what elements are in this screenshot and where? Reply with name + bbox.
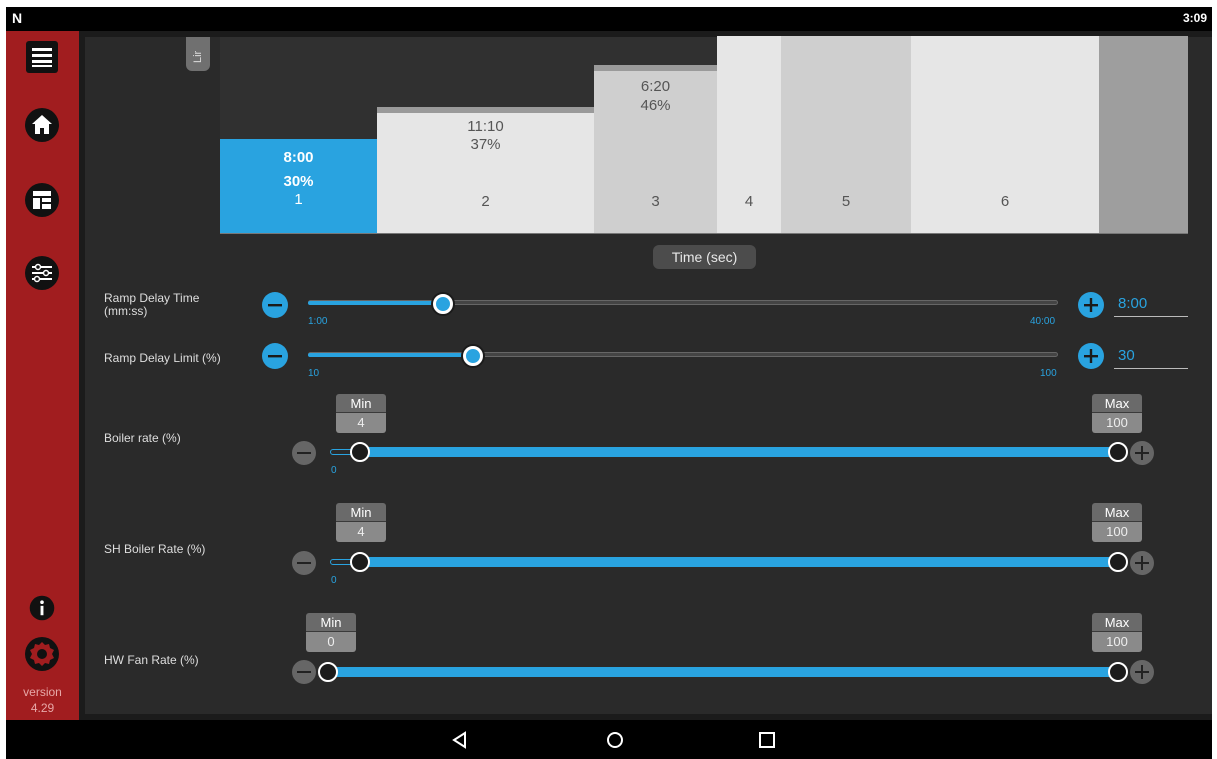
- hw-fan-rate-min-value: 0: [306, 632, 356, 652]
- boiler-rate-max-value: 100: [1092, 413, 1142, 433]
- version-number: 4.29: [30, 701, 55, 715]
- hw-fan-rate-increment-button[interactable]: [1130, 660, 1154, 684]
- ramp-delay-time-input[interactable]: 8:00: [1114, 293, 1188, 317]
- hw-fan-rate-max-title: Max: [1092, 613, 1142, 632]
- bar-2-percent: 37%: [470, 136, 501, 153]
- sh-boiler-rate-increment-button[interactable]: [1130, 551, 1154, 575]
- bar-6-number: 6: [1000, 193, 1010, 210]
- boiler-rate-max-thumb[interactable]: [1108, 442, 1128, 462]
- sh-boiler-rate-min-title: Min: [336, 503, 386, 522]
- boiler-rate-min-value: 4: [336, 413, 386, 433]
- hw-fan-rate-min-thumb[interactable]: [318, 662, 338, 682]
- ramp-delay-limit-thumb[interactable]: [463, 346, 483, 366]
- boiler-rate-min-box: Min 4: [336, 394, 386, 434]
- sh-boiler-rate-max-title: Max: [1092, 503, 1142, 522]
- chart-bar-remainder: [1099, 36, 1188, 233]
- boiler-rate-max-box: Max 100: [1092, 394, 1142, 434]
- chart-x-axis-label: Time (sec): [653, 245, 756, 269]
- home-icon[interactable]: [24, 107, 60, 143]
- boiler-rate-range-track[interactable]: [360, 447, 1120, 457]
- sh-boiler-rate-zero-tick: 0: [331, 575, 337, 586]
- hw-fan-rate-max-box: Max 100: [1092, 613, 1142, 653]
- hw-fan-rate-decrement-button[interactable]: [292, 660, 316, 684]
- bar-3-number: 3: [651, 193, 660, 210]
- hw-fan-rate-range-track[interactable]: [322, 667, 1120, 677]
- bar-4-number: 4: [744, 193, 754, 210]
- sliders-icon[interactable]: [24, 255, 60, 291]
- ramp-chart: 8:00 30% 1 11:10 37% 2 6:20 46% 3 4 5 6: [220, 36, 1188, 234]
- chart-bar-6[interactable]: 6: [911, 36, 1099, 233]
- ramp-delay-limit-fill: [308, 353, 473, 357]
- sidebar: version 4.29: [6, 31, 79, 720]
- chart-bar-3[interactable]: 6:20 46% 3: [594, 65, 717, 233]
- hw-fan-rate-max-value: 100: [1092, 632, 1142, 652]
- boiler-rate-zero-tick: 0: [331, 465, 337, 476]
- bar-2-number: 2: [481, 193, 490, 210]
- boiler-rate-increment-button[interactable]: [1130, 441, 1154, 465]
- sh-boiler-rate-range-track[interactable]: [360, 557, 1120, 567]
- limit-side-tab[interactable]: Lir: [186, 37, 210, 71]
- bar-1-percent: 30%: [283, 173, 314, 190]
- ramp-delay-time-increment-button[interactable]: [1078, 292, 1104, 318]
- ramp-delay-limit-decrement-button[interactable]: [262, 343, 288, 369]
- ramp-delay-limit-max-tick: 100: [1040, 368, 1057, 379]
- bar-5-number: 5: [841, 193, 851, 210]
- chart-bar-5[interactable]: 5: [781, 36, 911, 233]
- home-circle-icon[interactable]: [603, 728, 627, 752]
- boiler-rate-max-title: Max: [1092, 394, 1142, 413]
- boiler-rate-min-title: Min: [336, 394, 386, 413]
- back-icon[interactable]: [448, 728, 472, 752]
- limit-tab-label: Lir: [192, 50, 204, 63]
- ramp-delay-limit-increment-button[interactable]: [1078, 343, 1104, 369]
- sh-boiler-rate-min-value: 4: [336, 522, 386, 542]
- sh-boiler-rate-max-value: 100: [1092, 522, 1142, 542]
- info-icon[interactable]: [29, 595, 55, 621]
- ramp-delay-time-label: Ramp Delay Time (mm:ss): [104, 292, 199, 318]
- ramp-delay-limit-min-tick: 10: [308, 368, 320, 379]
- version-label: version: [23, 685, 62, 699]
- ramp-delay-time-max-tick: 40:00: [1030, 316, 1056, 327]
- sh-boiler-rate-label: SH Boiler Rate (%): [104, 542, 206, 556]
- sh-boiler-rate-decrement-button[interactable]: [292, 551, 316, 575]
- navigation-bar: [6, 720, 1212, 759]
- ramp-delay-time-label-line2: (mm:ss): [104, 304, 148, 318]
- ramp-delay-time-min-tick: 1:00: [308, 316, 328, 327]
- recents-icon[interactable]: [755, 728, 779, 752]
- dashboard-icon[interactable]: [24, 182, 60, 218]
- settings-gear-icon[interactable]: [24, 636, 60, 672]
- bar-3-percent: 46%: [640, 97, 671, 114]
- status-bar: N 3:09: [6, 7, 1212, 31]
- version-info: version 4.29: [6, 684, 79, 716]
- ramp-delay-time-thumb[interactable]: [433, 294, 453, 314]
- sh-boiler-rate-max-box: Max 100: [1092, 503, 1142, 543]
- status-clock: 3:09: [1182, 11, 1207, 25]
- chart-bar-1[interactable]: 8:00 30% 1: [220, 139, 377, 233]
- bar-3-time: 6:20: [640, 78, 671, 95]
- sh-boiler-rate-min-thumb[interactable]: [350, 552, 370, 572]
- ramp-delay-time-fill: [308, 301, 443, 305]
- ramp-delay-limit-label: Ramp Delay Limit (%): [104, 351, 221, 365]
- chart-bar-4[interactable]: 4: [717, 36, 781, 233]
- bar-1-number: 1: [294, 191, 303, 208]
- bar-2-time: 11:10: [467, 118, 504, 135]
- notification-logo: N: [12, 10, 23, 26]
- hw-fan-rate-label: HW Fan Rate (%): [104, 653, 199, 667]
- sh-boiler-rate-max-thumb[interactable]: [1108, 552, 1128, 572]
- hw-fan-rate-min-box: Min 0: [306, 613, 356, 653]
- menu-icon[interactable]: [24, 39, 60, 75]
- hw-fan-rate-min-title: Min: [306, 613, 356, 632]
- hw-fan-rate-max-thumb[interactable]: [1108, 662, 1128, 682]
- bar-1-time: 8:00: [283, 149, 314, 166]
- boiler-rate-min-thumb[interactable]: [350, 442, 370, 462]
- ramp-delay-time-decrement-button[interactable]: [262, 292, 288, 318]
- sh-boiler-rate-min-box: Min 4: [336, 503, 386, 543]
- chart-bar-2[interactable]: 11:10 37% 2: [377, 107, 594, 233]
- boiler-rate-decrement-button[interactable]: [292, 441, 316, 465]
- ramp-delay-limit-input[interactable]: 30: [1114, 345, 1188, 369]
- boiler-rate-label: Boiler rate (%): [104, 431, 181, 445]
